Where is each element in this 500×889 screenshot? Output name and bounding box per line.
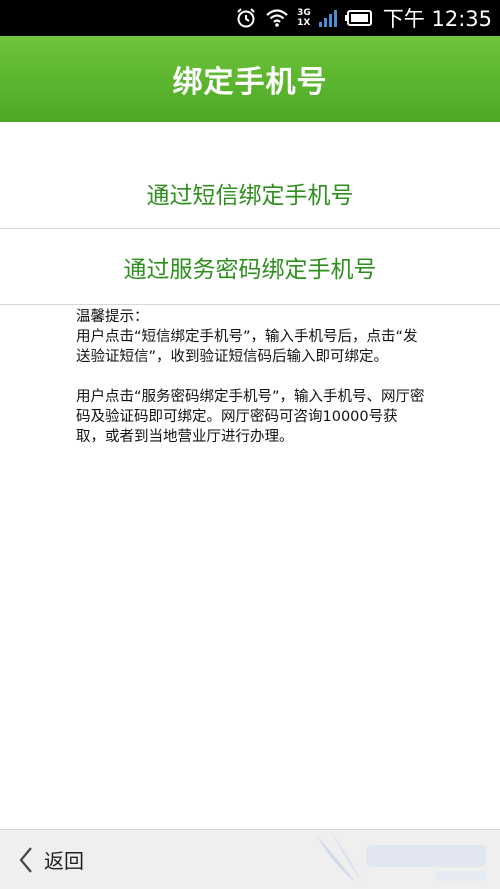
bind-by-service-password-option[interactable]: 通过服务密码绑定手机号: [0, 229, 500, 305]
tips-paragraph-password: 用户点击“服务密码绑定手机号”，输入手机号、网厅密码及验证码即可绑定。网厅密码可…: [76, 389, 425, 445]
status-time: 下午 12:35: [382, 7, 492, 31]
back-label: 返回: [44, 849, 84, 873]
alarm-icon: [235, 7, 257, 29]
network-bottom-label: 1X: [297, 18, 311, 28]
bottom-bar: 返回: [0, 829, 500, 889]
wifi-icon: [265, 8, 289, 28]
bind-by-sms-label: 通过短信绑定手机号: [146, 183, 354, 209]
watermark-icon: [296, 827, 496, 887]
chevron-left-icon: [18, 846, 34, 874]
divider: [0, 304, 500, 305]
tips-paragraph-sms: 用户点击“短信绑定手机号”，输入手机号后，点击“发送验证短信”，收到验证短信码后…: [76, 329, 418, 365]
status-bar: 3G 1X 下午 12:35: [0, 0, 500, 36]
network-top-label: 3G: [297, 8, 311, 18]
signal-icon: [318, 9, 337, 27]
title-bar: 绑定手机号: [0, 36, 500, 122]
bind-by-sms-option[interactable]: 通过短信绑定手机号: [0, 122, 500, 228]
network-type-icon: 3G 1X: [297, 8, 311, 28]
tips-heading: 温馨提示：: [76, 309, 149, 325]
tips-section: 温馨提示： 用户点击“短信绑定手机号”，输入手机号后，点击“发送验证短信”，收到…: [76, 307, 426, 447]
bind-by-service-password-label: 通过服务密码绑定手机号: [123, 257, 377, 283]
back-button[interactable]: 返回: [18, 838, 84, 882]
battery-icon: [344, 10, 373, 26]
page-title: 绑定手机号: [172, 65, 328, 100]
